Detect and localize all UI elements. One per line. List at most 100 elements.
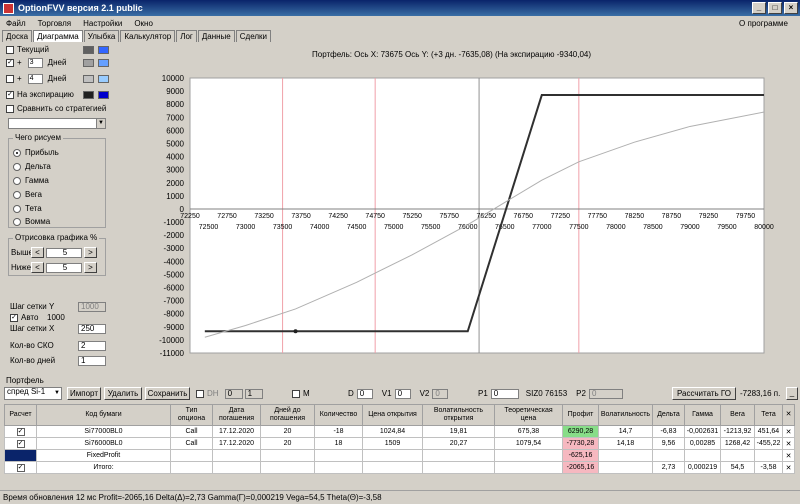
tab-calculator[interactable]: Калькулятор bbox=[120, 30, 176, 42]
row-checkbox[interactable]: ✓ bbox=[4, 461, 37, 474]
menu-settings[interactable]: Настройки bbox=[77, 19, 128, 28]
chevron-down-icon[interactable]: ▼ bbox=[96, 119, 105, 128]
col-type[interactable]: Тип опциона bbox=[170, 404, 213, 426]
delete-button[interactable]: Удалить bbox=[104, 387, 142, 400]
expiry-checkbox[interactable]: ✓ bbox=[6, 90, 14, 99]
cell-price[interactable]: 1509 bbox=[362, 437, 423, 450]
col-price[interactable]: Цена открытия bbox=[362, 404, 423, 426]
radio-vega[interactable] bbox=[13, 190, 21, 199]
tab-smile[interactable]: Улыбка bbox=[83, 30, 120, 42]
delete-row-icon[interactable]: ✕ bbox=[782, 437, 795, 450]
radio-vomma[interactable] bbox=[13, 217, 21, 226]
below-decrease-button[interactable]: < bbox=[31, 262, 44, 273]
col-code[interactable]: Код бумаги bbox=[36, 404, 171, 426]
expiry-color-b-swatch[interactable] bbox=[98, 90, 109, 99]
col-vol-open[interactable]: Волатильность открытия bbox=[422, 404, 495, 426]
sko-input[interactable]: 2 bbox=[78, 340, 106, 351]
delete-row-icon[interactable]: ✕ bbox=[782, 449, 795, 462]
cell-qty[interactable]: 18 bbox=[314, 437, 363, 450]
dh-input-2[interactable]: 1 bbox=[244, 388, 263, 399]
current-color-a-swatch[interactable] bbox=[83, 45, 94, 54]
plus2-days-input[interactable]: 4 bbox=[27, 73, 43, 84]
close-icon[interactable]: ✕ bbox=[782, 404, 795, 426]
plus2-checkbox[interactable] bbox=[6, 74, 14, 83]
dh-input[interactable]: 0 bbox=[224, 388, 243, 399]
table-row[interactable]: FixedProfit -625,16 ✕ bbox=[4, 449, 795, 462]
save-button[interactable]: Сохранить bbox=[145, 387, 190, 400]
tab-board[interactable]: Доска bbox=[2, 30, 33, 42]
col-theo[interactable]: Теоретическая цена bbox=[494, 404, 563, 426]
compare-checkbox[interactable] bbox=[6, 104, 14, 113]
current-checkbox[interactable] bbox=[6, 45, 14, 54]
d-input[interactable]: 0 bbox=[356, 388, 373, 399]
plus1-days-input[interactable]: 3 bbox=[27, 57, 43, 68]
above-value[interactable]: 5 bbox=[46, 247, 82, 258]
table-row[interactable]: ✓ Итого: -2065,16 2,73 0,000219 54,5 -3,… bbox=[4, 461, 795, 474]
col-days[interactable]: Дней до погашения bbox=[260, 404, 315, 426]
col-calc[interactable]: Расчет bbox=[4, 404, 37, 426]
tab-diagram[interactable]: Диаграмма bbox=[33, 30, 83, 42]
plus1-color-a-swatch[interactable] bbox=[83, 58, 94, 67]
maximize-button[interactable]: □ bbox=[768, 2, 782, 14]
radio-profit[interactable] bbox=[13, 148, 21, 157]
radio-delta[interactable] bbox=[13, 162, 21, 171]
strategy-dropdown[interactable]: ▼ bbox=[8, 118, 106, 129]
col-vol[interactable]: Волатильность bbox=[598, 404, 653, 426]
col-delta[interactable]: Дельта bbox=[652, 404, 685, 426]
plus2-color-a-swatch[interactable] bbox=[83, 74, 94, 83]
cell-price[interactable]: 1024,84 bbox=[362, 425, 423, 438]
collapse-button[interactable]: _ bbox=[786, 387, 798, 400]
gridX-input[interactable]: 250 bbox=[78, 323, 106, 334]
v1-input[interactable]: 0 bbox=[394, 388, 411, 399]
below-value[interactable]: 5 bbox=[46, 262, 82, 273]
gridY-input[interactable]: 1000 bbox=[78, 301, 106, 312]
tab-data[interactable]: Данные bbox=[197, 30, 235, 42]
col-qty[interactable]: Количество bbox=[314, 404, 363, 426]
p1-input[interactable]: 0 bbox=[490, 388, 519, 399]
portfolio-select[interactable]: спред Si-1 ▼ bbox=[4, 387, 62, 400]
p2-input[interactable]: 0 bbox=[588, 388, 623, 399]
plus2-color-b-swatch[interactable] bbox=[98, 74, 109, 83]
table-row[interactable]: ✓ Si76000BL0 Call 17.12.2020 20 18 1509 … bbox=[4, 437, 795, 450]
table-row[interactable]: ✓ Si77000BL0 Call 17.12.2020 20 -18 1024… bbox=[4, 425, 795, 438]
col-vega[interactable]: Вега bbox=[720, 404, 755, 426]
days-count-input[interactable]: 1 bbox=[78, 355, 106, 366]
calc-go-button[interactable]: Рассчитать ГО bbox=[672, 387, 736, 400]
menu-file[interactable]: Файл bbox=[0, 19, 32, 28]
above-decrease-button[interactable]: < bbox=[31, 247, 44, 258]
col-gamma[interactable]: Гамма bbox=[684, 404, 721, 426]
close-button[interactable]: × bbox=[784, 2, 798, 14]
payoff-chart[interactable]: 10000 9000 8000 7000 6000 5000 4000 3000 2000 100… bbox=[112, 42, 800, 370]
cell-qty[interactable]: -18 bbox=[314, 425, 363, 438]
auto-checkbox[interactable]: ✓ bbox=[10, 313, 18, 322]
tab-log[interactable]: Лог bbox=[176, 30, 197, 42]
dh-checkbox[interactable] bbox=[196, 389, 204, 398]
delete-row-icon[interactable]: ✕ bbox=[782, 461, 795, 474]
current-color-b-swatch[interactable] bbox=[98, 45, 109, 54]
row-checkbox[interactable]: ✓ bbox=[4, 437, 37, 450]
row-selector[interactable] bbox=[4, 449, 37, 462]
cell-qty bbox=[314, 461, 363, 474]
plus1-color-b-swatch[interactable] bbox=[98, 58, 109, 67]
tab-trades[interactable]: Сделки bbox=[235, 30, 272, 42]
col-date[interactable]: Дата погашения bbox=[212, 404, 261, 426]
m-checkbox[interactable] bbox=[292, 389, 300, 398]
above-increase-button[interactable]: > bbox=[84, 247, 97, 258]
col-theta[interactable]: Тета bbox=[754, 404, 783, 426]
menu-window[interactable]: Окно bbox=[128, 19, 159, 28]
expiry-color-a-swatch[interactable] bbox=[83, 90, 94, 99]
radio-gamma[interactable] bbox=[13, 176, 21, 185]
chevron-down-icon[interactable]: ▼ bbox=[54, 389, 60, 397]
delete-row-icon[interactable]: ✕ bbox=[782, 425, 795, 438]
menu-trading[interactable]: Торговля bbox=[32, 19, 77, 28]
cell-theo: 1079,54 bbox=[494, 437, 563, 450]
import-button[interactable]: Импорт bbox=[67, 387, 101, 400]
plus1-checkbox[interactable]: ✓ bbox=[6, 58, 14, 67]
row-checkbox[interactable]: ✓ bbox=[4, 425, 37, 438]
minimize-button[interactable]: _ bbox=[752, 2, 766, 14]
menu-about[interactable]: О программе bbox=[733, 19, 794, 28]
below-increase-button[interactable]: > bbox=[84, 262, 97, 273]
col-profit[interactable]: Профит bbox=[562, 404, 599, 426]
v2-input[interactable]: 0 bbox=[432, 388, 449, 399]
radio-theta[interactable] bbox=[13, 204, 21, 213]
